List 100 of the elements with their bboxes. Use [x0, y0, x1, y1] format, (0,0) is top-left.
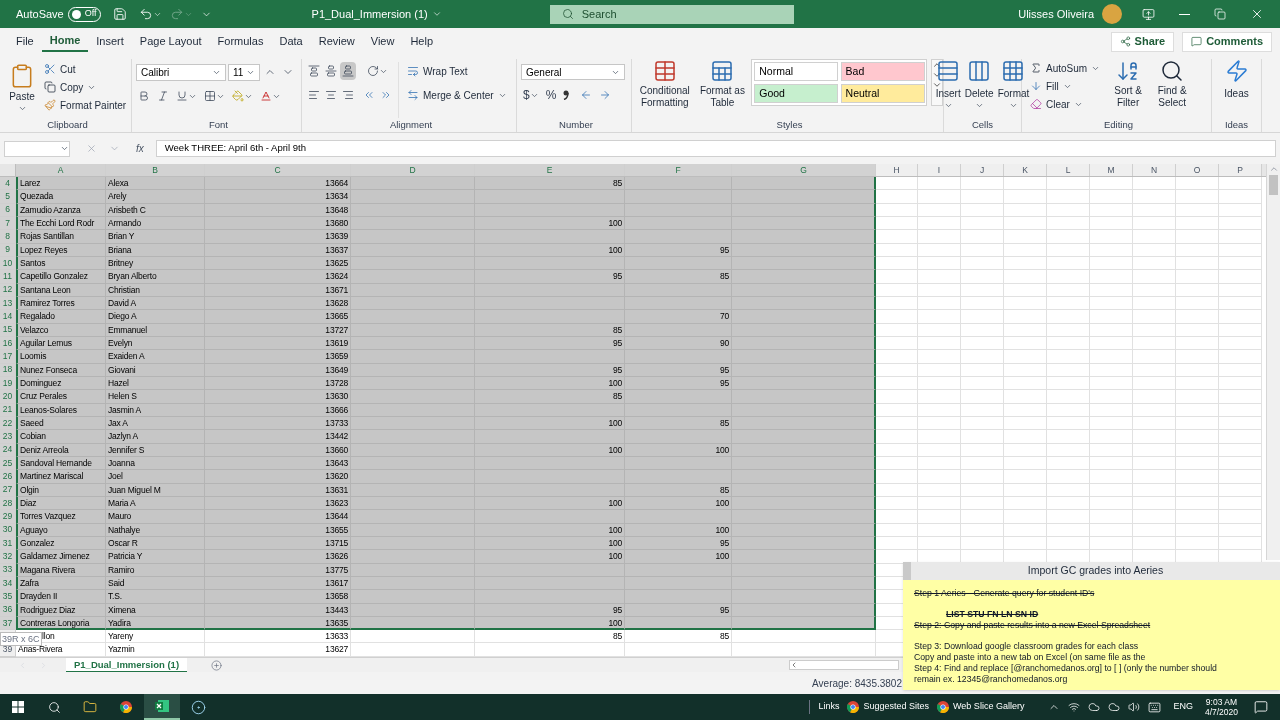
- row-header[interactable]: 14: [0, 310, 16, 324]
- clock-time[interactable]: 9:03 AM: [1205, 697, 1238, 707]
- links-toolbar[interactable]: Links: [809, 700, 840, 714]
- cell-style-swatch[interactable]: Neutral: [840, 84, 925, 103]
- top-align-button[interactable]: [306, 62, 322, 80]
- table-cell: Patricia Y: [106, 550, 205, 564]
- column-header[interactable]: E: [475, 164, 625, 176]
- scroll-up-icon: [1268, 164, 1279, 174]
- clock-date[interactable]: 4/7/2020: [1204, 707, 1238, 717]
- table-cell: 13664: [205, 177, 351, 191]
- ribbon-tab[interactable]: File: [8, 31, 42, 52]
- column-header[interactable]: M: [1090, 164, 1133, 176]
- scroll-thumb[interactable]: [1269, 175, 1278, 195]
- format-painter-button[interactable]: Format Painter: [40, 96, 131, 114]
- copy-button[interactable]: Copy: [40, 78, 131, 96]
- format-as-table-button[interactable]: Format as Table: [697, 59, 748, 118]
- favorite-link[interactable]: Suggested Sites: [847, 700, 930, 714]
- ribbon-tab[interactable]: Page Layout: [131, 31, 210, 52]
- middle-align-button[interactable]: [323, 62, 339, 80]
- row-header[interactable]: 8: [0, 230, 16, 244]
- minimize-button[interactable]: [1179, 13, 1190, 15]
- share-button[interactable]: Share: [1110, 31, 1175, 52]
- column-header[interactable]: B: [106, 164, 205, 176]
- delete-button[interactable]: Delete: [963, 59, 995, 118]
- table-cell: Diego A: [106, 310, 205, 324]
- row-header[interactable]: 32: [0, 550, 16, 564]
- search-field[interactable]: Search: [549, 4, 794, 24]
- number-format-dropdown[interactable]: General: [521, 64, 625, 80]
- column-header[interactable]: D: [351, 164, 475, 176]
- user-avatar[interactable]: [1102, 4, 1122, 24]
- notifications-button[interactable]: [1254, 700, 1268, 714]
- column-header[interactable]: O: [1176, 164, 1219, 176]
- align-top-icon: [308, 65, 320, 77]
- column-header[interactable]: C: [205, 164, 351, 176]
- horizontal-scrollbar[interactable]: [789, 660, 900, 670]
- cell-style-swatch[interactable]: Normal: [754, 62, 839, 81]
- row-header[interactable]: 17: [0, 350, 16, 364]
- sheet-tab[interactable]: P1_Dual_Immersion (1): [66, 657, 188, 673]
- row-header[interactable]: 11: [0, 270, 16, 284]
- table-cell: [1004, 470, 1047, 484]
- lightning-icon: [1224, 59, 1249, 83]
- table-cell: 13626: [205, 550, 351, 564]
- ribbon-tab[interactable]: Formulas: [209, 31, 272, 52]
- row-header[interactable]: 29: [0, 510, 16, 524]
- add-sheet-button[interactable]: [211, 659, 223, 671]
- column-header[interactable]: I: [918, 164, 961, 176]
- column-header[interactable]: P: [1219, 164, 1262, 176]
- favorite-link[interactable]: Web Slice Gallery: [937, 700, 1025, 714]
- conditional-formatting-button[interactable]: Conditional Formatting: [636, 59, 694, 118]
- row-header[interactable]: 4: [0, 177, 16, 191]
- close-button[interactable]: [1250, 7, 1264, 21]
- save-button[interactable]: [112, 7, 127, 21]
- cell-style-swatch[interactable]: Bad: [840, 62, 925, 81]
- column-header[interactable]: H: [876, 164, 918, 176]
- ribbon-tab[interactable]: Insert: [88, 31, 132, 52]
- column-header[interactable]: L: [1047, 164, 1090, 176]
- column-header[interactable]: A: [16, 164, 106, 176]
- column-header[interactable]: F: [625, 164, 732, 176]
- percent-button[interactable]: %: [543, 86, 559, 104]
- font-name-dropdown[interactable]: Calibri: [136, 63, 226, 81]
- cell-style-swatch[interactable]: Good: [754, 84, 839, 103]
- row-header[interactable]: 35: [0, 590, 16, 604]
- restore-button[interactable]: [1214, 8, 1226, 20]
- column-header[interactable]: G: [732, 164, 876, 176]
- formula-field[interactable]: Week THREE: April 6th - April 9th: [155, 140, 1276, 157]
- column-header[interactable]: N: [1133, 164, 1176, 176]
- ribbon-display-button[interactable]: [1142, 7, 1155, 21]
- column-header[interactable]: K: [1004, 164, 1047, 176]
- vertical-scrollbar[interactable]: [1266, 164, 1280, 560]
- find-select-button[interactable]: Find & Select: [1152, 59, 1193, 118]
- insert-function-label[interactable]: fx: [136, 141, 152, 156]
- row-header[interactable]: 20: [0, 390, 16, 404]
- paste-button[interactable]: Paste: [4, 59, 40, 118]
- row-header[interactable]: 5: [0, 190, 16, 204]
- ribbon-tab[interactable]: Home: [41, 31, 89, 52]
- merge-center-button[interactable]: Merge & Center: [403, 86, 511, 104]
- row-header[interactable]: 26: [0, 470, 16, 484]
- arrow-down-icon: [1030, 80, 1042, 92]
- excel-taskbar-button[interactable]: [144, 694, 180, 720]
- bottom-align-button[interactable]: [340, 62, 356, 80]
- font-size-dropdown[interactable]: 11: [228, 63, 260, 81]
- insert-button[interactable]: Insert: [934, 59, 962, 118]
- file-name-title[interactable]: P1_Dual_Immersion (1): [311, 5, 442, 23]
- currency-button[interactable]: $: [521, 86, 541, 104]
- ribbon-tab[interactable]: View: [362, 31, 403, 52]
- ribbon-tab[interactable]: Review: [310, 31, 363, 52]
- table-cell: Alexa: [106, 177, 205, 191]
- column-header[interactable]: J: [961, 164, 1004, 176]
- ideas-button[interactable]: Ideas: [1224, 59, 1249, 118]
- comments-button[interactable]: Comments: [1182, 31, 1272, 52]
- undo-button[interactable]: [138, 7, 162, 21]
- wrap-text-button[interactable]: Wrap Text: [403, 62, 511, 80]
- ribbon-tab[interactable]: Data: [271, 31, 311, 52]
- sort-filter-button[interactable]: Sort & Filter: [1108, 59, 1149, 118]
- table-cell: Cobian: [16, 430, 106, 444]
- cut-button[interactable]: Cut: [40, 60, 131, 78]
- ribbon-tab[interactable]: Help: [402, 31, 442, 52]
- table-cell: 100: [625, 550, 732, 564]
- language-indicator[interactable]: ENG: [1173, 700, 1193, 714]
- row-header[interactable]: 23: [0, 430, 16, 444]
